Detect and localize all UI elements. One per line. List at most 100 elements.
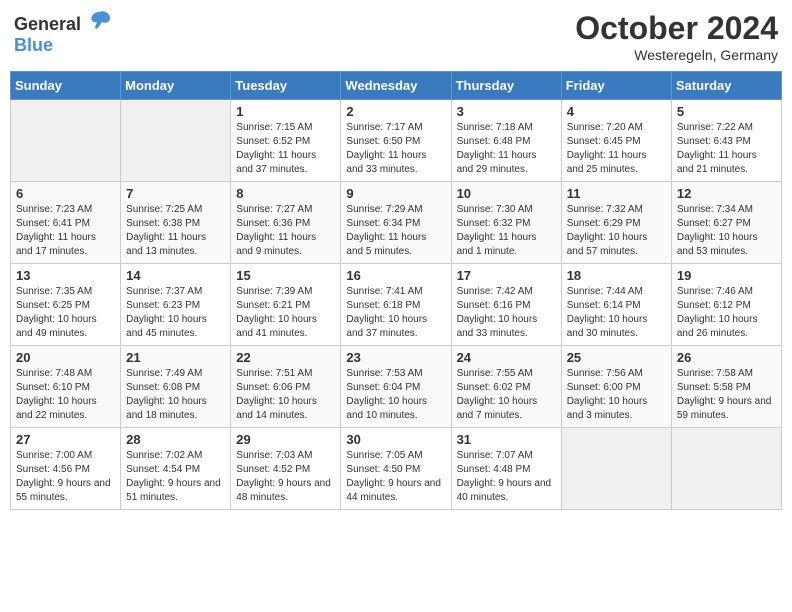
calendar-cell: 27 Sunrise: 7:00 AM Sunset: 4:56 PM Dayli… [11, 428, 121, 510]
day-info: Sunrise: 7:22 AM Sunset: 6:43 PM Dayligh… [677, 121, 776, 177]
day-info: Sunrise: 7:42 AM Sunset: 6:16 PM Dayligh… [457, 285, 556, 341]
day-number: 20 [16, 350, 115, 365]
day-number: 1 [236, 104, 335, 119]
calendar-cell: 8 Sunrise: 7:27 AM Sunset: 6:36 PM Daylig… [231, 182, 341, 264]
day-info: Sunrise: 7:48 AM Sunset: 6:10 PM Dayligh… [16, 367, 115, 423]
calendar-cell [671, 428, 781, 510]
day-info: Sunrise: 7:23 AM Sunset: 6:41 PM Dayligh… [16, 203, 115, 259]
day-info: Sunrise: 7:37 AM Sunset: 6:23 PM Dayligh… [126, 285, 225, 341]
day-number: 23 [346, 350, 445, 365]
weekday-header-row: SundayMondayTuesdayWednesdayThursdayFrid… [11, 72, 782, 100]
calendar-cell: 28 Sunrise: 7:02 AM Sunset: 4:54 PM Dayli… [121, 428, 231, 510]
day-number: 21 [126, 350, 225, 365]
calendar-cell: 11 Sunrise: 7:32 AM Sunset: 6:29 PM Dayli… [561, 182, 671, 264]
day-info: Sunrise: 7:39 AM Sunset: 6:21 PM Dayligh… [236, 285, 335, 341]
day-info: Sunrise: 7:15 AM Sunset: 6:52 PM Dayligh… [236, 121, 335, 177]
weekday-header-thursday: Thursday [451, 72, 561, 100]
calendar-cell: 15Sunrise: 7:39 AM Sunset: 6:21 PM Dayli… [231, 264, 341, 346]
calendar-cell: 23Sunrise: 7:53 AM Sunset: 6:04 PM Dayli… [341, 346, 451, 428]
day-info: Sunrise: 7:29 AM Sunset: 6:34 PM Dayligh… [346, 203, 445, 259]
weekday-header-monday: Monday [121, 72, 231, 100]
calendar-cell: 19 Sunrise: 7:46 AM Sunset: 6:12 PM Dayli… [671, 264, 781, 346]
day-number: 30 [346, 432, 445, 447]
day-info: Sunrise: 7:35 AM Sunset: 6:25 PM Dayligh… [16, 285, 115, 341]
calendar-cell: 12Sunrise: 7:34 AM Sunset: 6:27 PM Dayli… [671, 182, 781, 264]
calendar-cell: 31 Sunrise: 7:07 AM Sunset: 4:48 PM Dayli… [451, 428, 561, 510]
day-number: 2 [346, 104, 445, 119]
day-number: 28 [126, 432, 225, 447]
weekday-header-wednesday: Wednesday [341, 72, 451, 100]
calendar-cell: 6 Sunrise: 7:23 AM Sunset: 6:41 PM Daylig… [11, 182, 121, 264]
calendar-cell: 5 Sunrise: 7:22 AM Sunset: 6:43 PM Daylig… [671, 100, 781, 182]
calendar-week-row: 1 Sunrise: 7:15 AM Sunset: 6:52 PM Daylig… [11, 100, 782, 182]
calendar-week-row: 27 Sunrise: 7:00 AM Sunset: 4:56 PM Dayli… [11, 428, 782, 510]
calendar-cell: 10Sunrise: 7:30 AM Sunset: 6:32 PM Dayli… [451, 182, 561, 264]
day-number: 17 [457, 268, 556, 283]
calendar-cell: 26 Sunrise: 7:58 AM Sunset: 5:58 PM Dayli… [671, 346, 781, 428]
day-number: 29 [236, 432, 335, 447]
day-number: 16 [346, 268, 445, 283]
logo-text-blue: Blue [14, 35, 53, 55]
weekday-header-friday: Friday [561, 72, 671, 100]
day-number: 19 [677, 268, 776, 283]
calendar-cell: 4Sunrise: 7:20 AM Sunset: 6:45 PM Daylig… [561, 100, 671, 182]
day-number: 8 [236, 186, 335, 201]
day-number: 31 [457, 432, 556, 447]
day-number: 3 [457, 104, 556, 119]
day-info: Sunrise: 7:30 AM Sunset: 6:32 PM Dayligh… [457, 203, 556, 259]
calendar-week-row: 13 Sunrise: 7:35 AM Sunset: 6:25 PM Dayli… [11, 264, 782, 346]
day-info: Sunrise: 7:46 AM Sunset: 6:12 PM Dayligh… [677, 285, 776, 341]
calendar-cell: 14 Sunrise: 7:37 AM Sunset: 6:23 PM Dayli… [121, 264, 231, 346]
calendar-week-row: 6 Sunrise: 7:23 AM Sunset: 6:41 PM Daylig… [11, 182, 782, 264]
calendar-cell [11, 100, 121, 182]
logo: General Blue [14, 10, 112, 56]
weekday-header-tuesday: Tuesday [231, 72, 341, 100]
calendar-cell: 20 Sunrise: 7:48 AM Sunset: 6:10 PM Dayli… [11, 346, 121, 428]
calendar-cell: 22Sunrise: 7:51 AM Sunset: 6:06 PM Dayli… [231, 346, 341, 428]
day-info: Sunrise: 7:56 AM Sunset: 6:00 PM Dayligh… [567, 367, 666, 423]
logo-text-general: General [14, 14, 81, 34]
calendar-table: SundayMondayTuesdayWednesdayThursdayFrid… [10, 71, 782, 510]
day-number: 27 [16, 432, 115, 447]
day-info: Sunrise: 7:49 AM Sunset: 6:08 PM Dayligh… [126, 367, 225, 423]
calendar-cell: 13 Sunrise: 7:35 AM Sunset: 6:25 PM Dayli… [11, 264, 121, 346]
day-number: 13 [16, 268, 115, 283]
day-number: 11 [567, 186, 666, 201]
day-number: 7 [126, 186, 225, 201]
day-number: 25 [567, 350, 666, 365]
day-info: Sunrise: 7:41 AM Sunset: 6:18 PM Dayligh… [346, 285, 445, 341]
day-info: Sunrise: 7:02 AM Sunset: 4:54 PM Dayligh… [126, 449, 225, 505]
day-info: Sunrise: 7:27 AM Sunset: 6:36 PM Dayligh… [236, 203, 335, 259]
location-title: Westeregeln, Germany [575, 47, 778, 63]
day-info: Sunrise: 7:58 AM Sunset: 5:58 PM Dayligh… [677, 367, 776, 423]
calendar-cell: 16 Sunrise: 7:41 AM Sunset: 6:18 PM Dayli… [341, 264, 451, 346]
calendar-cell: 24Sunrise: 7:55 AM Sunset: 6:02 PM Dayli… [451, 346, 561, 428]
calendar-cell: 29 Sunrise: 7:03 AM Sunset: 4:52 PM Dayli… [231, 428, 341, 510]
calendar-week-row: 20 Sunrise: 7:48 AM Sunset: 6:10 PM Dayli… [11, 346, 782, 428]
day-number: 9 [346, 186, 445, 201]
logo-bird-icon [88, 10, 112, 30]
day-info: Sunrise: 7:44 AM Sunset: 6:14 PM Dayligh… [567, 285, 666, 341]
day-number: 12 [677, 186, 776, 201]
calendar-cell: 30 Sunrise: 7:05 AM Sunset: 4:50 PM Dayli… [341, 428, 451, 510]
day-info: Sunrise: 7:32 AM Sunset: 6:29 PM Dayligh… [567, 203, 666, 259]
calendar-cell: 2Sunrise: 7:17 AM Sunset: 6:50 PM Daylig… [341, 100, 451, 182]
day-number: 6 [16, 186, 115, 201]
day-info: Sunrise: 7:07 AM Sunset: 4:48 PM Dayligh… [457, 449, 556, 505]
day-number: 26 [677, 350, 776, 365]
day-number: 14 [126, 268, 225, 283]
calendar-cell: 25 Sunrise: 7:56 AM Sunset: 6:00 PM Dayli… [561, 346, 671, 428]
day-info: Sunrise: 7:05 AM Sunset: 4:50 PM Dayligh… [346, 449, 445, 505]
day-info: Sunrise: 7:03 AM Sunset: 4:52 PM Dayligh… [236, 449, 335, 505]
calendar-cell: 21 Sunrise: 7:49 AM Sunset: 6:08 PM Dayli… [121, 346, 231, 428]
calendar-cell: 1 Sunrise: 7:15 AM Sunset: 6:52 PM Daylig… [231, 100, 341, 182]
month-title: October 2024 [575, 10, 778, 47]
calendar-cell: 18Sunrise: 7:44 AM Sunset: 6:14 PM Dayli… [561, 264, 671, 346]
page-header: General Blue October 2024 Westeregeln, G… [10, 10, 782, 63]
day-number: 4 [567, 104, 666, 119]
day-number: 22 [236, 350, 335, 365]
day-info: Sunrise: 7:00 AM Sunset: 4:56 PM Dayligh… [16, 449, 115, 505]
calendar-cell [561, 428, 671, 510]
day-number: 5 [677, 104, 776, 119]
day-info: Sunrise: 7:18 AM Sunset: 6:48 PM Dayligh… [457, 121, 556, 177]
